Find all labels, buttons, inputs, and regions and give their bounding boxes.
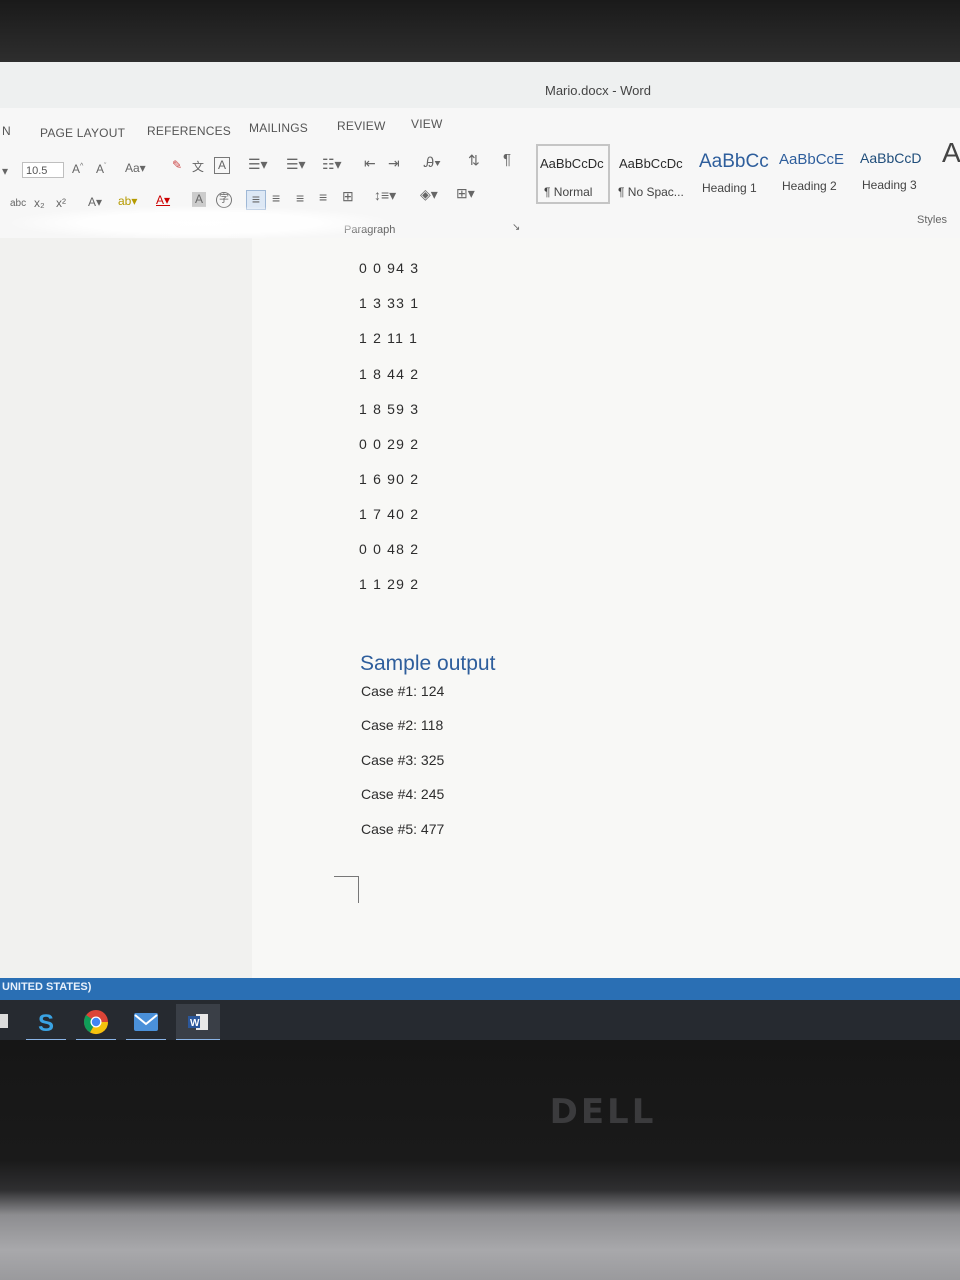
style-name: ¶ Normal [544, 185, 593, 199]
sample-output-heading: Sample output [360, 652, 496, 675]
output-line-2: Case #2: 118 [361, 717, 444, 733]
document-page[interactable] [252, 238, 960, 982]
style-sample: AaBbCcE [779, 151, 845, 168]
numbering-icon[interactable]: ☰▾ [286, 156, 306, 173]
subscript-icon[interactable]: x₂ [34, 196, 45, 210]
increase-indent-icon[interactable]: ⇥ [388, 155, 400, 172]
tab-page-layout[interactable]: PAGE LAYOUT [40, 126, 125, 140]
decrease-indent-icon[interactable]: ⇤ [364, 155, 376, 172]
style-normal[interactable]: AaBbCcDc ¶ Normal [534, 143, 610, 207]
input-line-9: 0 0 48 2 [359, 541, 420, 557]
character-shading-icon[interactable]: A [192, 192, 206, 207]
strikethrough-icon[interactable]: abc [10, 198, 26, 209]
show-hide-marks-icon[interactable]: ¶ [503, 151, 511, 168]
tab-design[interactable]: N [2, 124, 11, 138]
status-bar [0, 978, 960, 1000]
style-heading-3[interactable]: AaBbCcD Heading 3 [859, 143, 939, 207]
input-line-10: 1 1 29 2 [359, 576, 420, 592]
font-size-input[interactable]: 10.5 [22, 162, 64, 178]
line-spacing-icon[interactable]: ↕≡▾ [374, 187, 396, 204]
change-case-icon[interactable]: Aa▾ [125, 161, 146, 175]
tab-review[interactable]: REVIEW [337, 119, 386, 133]
styles-gallery: AaBbCcDc ¶ Normal AaBbCcDc ¶ No Spac... … [534, 137, 960, 207]
output-line-3: Case #3: 325 [361, 752, 445, 768]
justify-icon[interactable]: ≡ [319, 189, 327, 205]
input-line-7: 1 6 90 2 [359, 471, 420, 487]
paragraph-end-mark [334, 876, 359, 903]
window-title: Mario.docx - Word [545, 83, 651, 98]
shading-icon[interactable]: ◈▾ [420, 186, 438, 203]
input-line-2: 1 3 33 1 [359, 295, 420, 311]
screen-glare [10, 206, 390, 240]
bullets-icon[interactable]: ☰▾ [248, 156, 268, 173]
style-sample: AaBbCcDc [619, 156, 683, 171]
style-heading-1[interactable]: AaBbCc Heading 1 [696, 143, 776, 207]
font-size-value: 10.5 [26, 165, 48, 177]
tab-mailings[interactable]: MAILINGS [249, 121, 308, 135]
output-line-4: Case #4: 245 [361, 786, 445, 802]
skype-icon[interactable]: S [32, 1008, 60, 1037]
tab-references[interactable]: REFERENCES [147, 124, 231, 138]
paragraph-dialog-launcher-icon[interactable]: ↘ [512, 222, 520, 233]
font-name-dropdown-edge[interactable]: ▾ [2, 164, 8, 178]
style-title-partial[interactable]: A [940, 137, 960, 207]
svg-text:S: S [38, 1010, 54, 1036]
monitor-bezel-bottom [0, 1040, 960, 1280]
shrink-font-icon[interactable]: Aˇ [96, 162, 106, 176]
chrome-icon[interactable] [82, 1008, 110, 1036]
superscript-icon[interactable]: x² [56, 196, 66, 210]
styles-group-label: Styles [917, 214, 947, 226]
style-sample: AaBbCcD [860, 150, 922, 166]
input-line-5: 1 8 59 3 [359, 401, 420, 417]
distributed-icon[interactable]: ⊞ [342, 188, 354, 205]
input-line-4: 1 8 44 2 [359, 366, 420, 382]
sort-icon[interactable]: ⇅ [468, 152, 480, 169]
output-line-1: Case #1: 124 [361, 683, 445, 699]
align-right-icon[interactable]: ≡ [296, 190, 304, 206]
style-name: Heading 1 [702, 181, 757, 195]
style-title-partial-glyph: A [942, 137, 960, 168]
style-heading-2[interactable]: AaBbCcE Heading 2 [778, 143, 858, 207]
style-no-spacing[interactable]: AaBbCcDc ¶ No Spac... [614, 143, 694, 207]
language-indicator[interactable]: UNITED STATES) [2, 981, 91, 993]
multilevel-list-icon[interactable]: ☷▾ [322, 156, 342, 173]
style-name: Heading 2 [782, 179, 837, 193]
input-line-3: 1 2 11 1 [359, 330, 419, 346]
grow-font-icon[interactable]: A^ [72, 162, 83, 176]
tab-view[interactable]: VIEW [411, 117, 442, 131]
align-center-icon[interactable]: ≡ [272, 190, 280, 206]
taskbar-edge-icon[interactable] [0, 1014, 8, 1028]
style-sample: AaBbCc [699, 151, 769, 172]
clear-formatting-icon[interactable]: ✎ [172, 158, 182, 172]
output-line-5: Case #5: 477 [361, 821, 445, 837]
word-icon[interactable]: W [184, 1008, 212, 1036]
style-sample: AaBbCcDc [540, 156, 604, 171]
character-border-icon[interactable]: A [214, 157, 230, 174]
input-line-1: 0 0 94 3 [359, 260, 420, 276]
borders-icon[interactable]: ⊞▾ [456, 185, 475, 202]
phonetic-guide-icon[interactable]: 文 [192, 158, 204, 175]
input-line-6: 0 0 29 2 [359, 436, 420, 452]
text-effects-icon[interactable]: A▾ [88, 195, 102, 209]
title-bar [0, 62, 960, 110]
svg-text:W: W [190, 1018, 200, 1029]
mail-icon[interactable] [132, 1008, 160, 1036]
style-name: ¶ No Spac... [618, 185, 684, 199]
highlight-color-icon[interactable]: ab▾ [118, 194, 137, 208]
style-name: Heading 3 [862, 178, 917, 192]
navigation-pane [0, 238, 253, 982]
font-color-icon[interactable]: A▾ [156, 193, 170, 207]
asian-layout-icon[interactable]: Ꭿ▾ [424, 154, 441, 171]
dell-logo: DELL [549, 1092, 657, 1132]
input-line-8: 1 7 40 2 [359, 506, 420, 522]
